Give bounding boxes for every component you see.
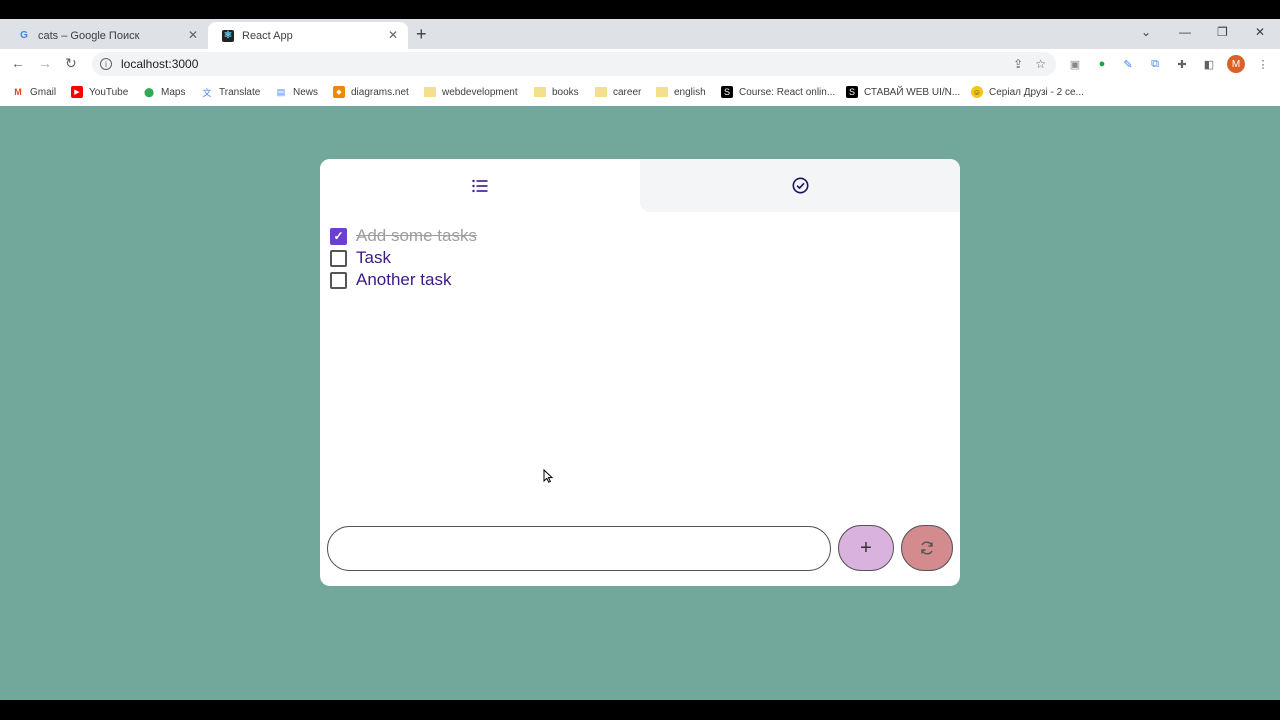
translate-icon: 文 [202,87,212,98]
bookmark-label: career [613,86,642,98]
plus-icon: + [860,536,872,559]
todo-card: ✓ Add some tasks Task Another task + [320,159,960,586]
window-close-icon[interactable]: ✕ [1255,25,1265,39]
react-icon: ⚛ [222,29,234,42]
bookmark-label: diagrams.net [351,86,409,98]
bookmark-youtube[interactable]: ▶ YouTube [71,86,128,98]
bookmark-label: Translate [219,86,261,98]
bookmark-translate[interactable]: 文 Translate [201,86,260,98]
reset-button[interactable] [901,525,953,571]
puzzle-icon[interactable]: ✚ [1175,57,1189,71]
s-icon: S [721,86,733,98]
tab-title: React App [242,29,293,42]
address-bar[interactable]: i localhost:3000 ⇪ ☆ [92,52,1056,76]
bookmark-folder-english[interactable]: english [656,86,706,98]
folder-icon [595,86,607,98]
bookmark-stavai-web[interactable]: S СТАВАЙ WEB UI/N... [846,86,960,98]
info-icon[interactable]: i [100,58,112,70]
s-icon: S [846,86,858,98]
page-viewport: ✓ Add some tasks Task Another task + [0,106,1280,700]
list-item[interactable]: Task [330,247,477,269]
check-circle-icon [792,177,808,194]
list-item[interactable]: Another task [330,269,477,291]
bookmark-label: books [552,86,579,98]
bookmark-folder-career[interactable]: career [595,86,641,98]
tab-title: cats – Google Поиск [38,29,140,42]
menu-icon[interactable]: ⋮ [1256,57,1270,71]
task-checkbox[interactable] [330,271,347,289]
bookmark-maps[interactable]: ⬤ Maps [143,86,186,98]
folder-icon [656,86,668,98]
task-list: ✓ Add some tasks Task Another task [330,225,477,291]
bookmark-news[interactable]: ▤ News [275,86,318,98]
minimize-icon[interactable]: — [1179,25,1191,39]
bookmark-serial-druzi[interactable]: ☺ Серіал Друзі - 2 се... [971,86,1084,98]
gmail-icon: M [14,87,22,97]
bookmark-label: Course: React onlin... [739,86,836,98]
new-task-input[interactable] [327,526,831,571]
diagrams-icon: ◆ [333,86,345,98]
bookmark-label: СТАВАЙ WEB UI/N... [864,86,961,98]
news-icon: ▤ [276,86,286,97]
youtube-icon: ▶ [71,86,83,98]
google-icon: G [20,30,28,41]
extension-icon[interactable]: ▣ [1068,57,1082,71]
bookmarks-bar: M Gmail ▶ YouTube ⬤ Maps 文 Translate ▤ News ◆… [0,81,1280,105]
bookmark-course-react[interactable]: S Course: React onlin... [721,86,835,98]
sidepanel-icon[interactable]: ◧ [1202,57,1216,71]
app-tabs [320,159,960,212]
browser-tab-react-app[interactable]: ⚛ React App ✕ [208,22,408,49]
share-icon[interactable]: ⇪ [1013,57,1023,71]
bookmark-label: YouTube [89,86,129,98]
mouse-cursor-icon [543,469,553,483]
tab-strip: G cats – Google Поиск ✕ ⚛ React App ✕ + … [0,19,1280,49]
browser-tab-google[interactable]: G cats – Google Поиск ✕ [4,22,208,49]
bookmark-label: Серіал Друзі - 2 се... [989,86,1084,98]
tab-completed[interactable] [640,159,960,212]
bookmark-label: News [293,86,319,98]
grammarly-icon[interactable]: ● [1095,57,1109,71]
close-icon[interactable]: ✕ [188,28,198,42]
screen-bottom-border [0,700,1280,720]
restore-icon[interactable]: ❐ [1217,25,1228,39]
bookmark-label: Gmail [30,86,57,98]
refresh-icon [921,541,933,555]
bookmark-label: english [674,86,706,98]
task-label: Add some tasks [356,226,477,245]
close-icon[interactable]: ✕ [388,28,398,42]
bookmark-label: webdevelopment [442,86,518,98]
task-checkbox[interactable] [330,249,347,267]
task-label: Task [356,248,391,267]
task-label: Another task [356,270,452,289]
pen-icon[interactable]: ✎ [1121,57,1135,71]
reload-icon[interactable]: ↻ [65,55,77,72]
task-checkbox-checked[interactable]: ✓ [330,227,347,245]
folder-icon [424,86,436,98]
bookmark-label: Maps [161,86,186,98]
tab-list[interactable] [320,159,640,212]
url-text: localhost:3000 [121,57,199,71]
browser-toolbar: ← → ↻ i localhost:3000 ⇪ ☆ ▣ ● ✎ ⧉ ✚ ◧ M… [0,49,1280,79]
list-icon [472,179,488,192]
new-tab-icon[interactable]: + [416,24,427,45]
forward-icon[interactable]: → [38,55,52,71]
translate-ext-icon[interactable]: ⧉ [1148,57,1162,71]
back-icon[interactable]: ← [11,55,25,71]
browser-chrome: G cats – Google Поиск ✕ ⚛ React App ✕ + … [0,19,1280,106]
tab-search-icon[interactable]: ⌄ [1141,25,1151,39]
maps-icon: ⬤ [143,86,155,97]
star-icon[interactable]: ☆ [1035,57,1046,71]
bookmark-folder-books[interactable]: books [534,86,579,98]
screen-top-border [0,0,1280,19]
folder-icon [534,86,546,98]
add-task-button[interactable]: + [838,525,894,571]
bookmark-gmail[interactable]: M Gmail [12,86,56,98]
bookmark-diagrams[interactable]: ◆ diagrams.net [333,86,409,98]
bookmark-folder-webdevelopment[interactable]: webdevelopment [424,86,518,98]
emoji-icon: ☺ [971,86,983,98]
list-item[interactable]: ✓ Add some tasks [330,225,477,247]
avatar[interactable]: M [1227,55,1245,73]
